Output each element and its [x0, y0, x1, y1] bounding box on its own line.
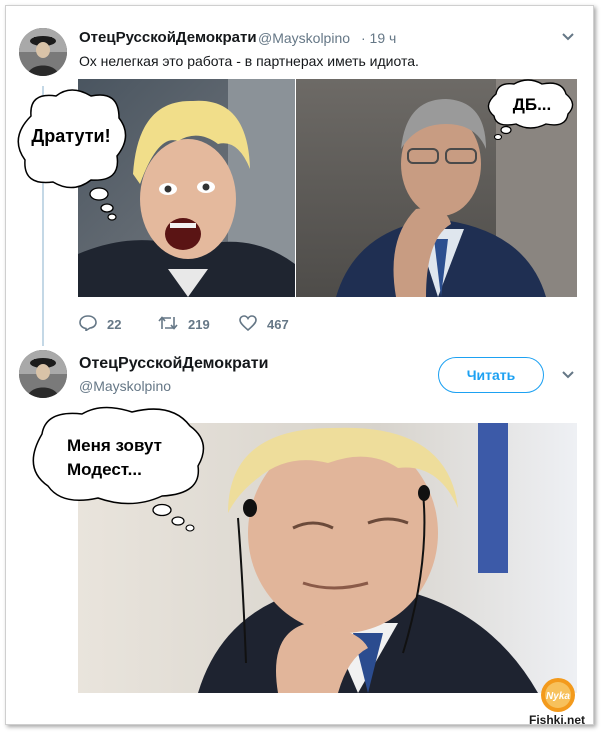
author-name[interactable]: ОтецРусскойДемократи [79, 29, 257, 46]
follow-button[interactable]: Читать [438, 357, 544, 393]
nyka-logo-text: Nyka [546, 691, 570, 702]
bubble-left-text: Дратути! [31, 126, 110, 146]
author-name[interactable]: ОтецРусскойДемократи [79, 355, 268, 373]
speech-bubble-right: ДБ... [487, 79, 574, 141]
tweet-time[interactable]: · 19 ч [361, 30, 396, 46]
retweet-action[interactable]: 219 [158, 315, 210, 334]
chevron-down-icon[interactable] [561, 368, 575, 383]
bubble-main-line1: Меня зовут [67, 436, 162, 455]
reply-action[interactable]: 22 [79, 315, 121, 334]
retweet-count: 219 [188, 317, 210, 332]
avatar[interactable] [19, 28, 67, 76]
speech-bubble-main: Меня зовут Модест... [32, 406, 205, 532]
retweet-icon [158, 315, 178, 334]
site-watermark: Fishki.net [529, 713, 586, 727]
like-count: 467 [267, 317, 289, 332]
author-handle[interactable]: @Mayskolpino [258, 30, 350, 46]
avatar[interactable] [19, 350, 67, 398]
nyka-logo: Nyka [540, 677, 576, 718]
chevron-down-icon[interactable] [561, 30, 575, 45]
speech-bubble-left: Дратути! [17, 89, 127, 221]
screenshot-frame: ОтецРусскойДемократи @Mayskolpino · 19 ч… [5, 5, 594, 725]
author-handle[interactable]: @Mayskolpino [79, 378, 171, 394]
tweet-text: Ох нелегкая это работа - в партнерах име… [79, 53, 419, 69]
like-icon [239, 315, 257, 334]
bubble-main-line2: Модест... [67, 460, 142, 479]
reply-count: 22 [107, 317, 122, 332]
reply-icon [79, 315, 97, 334]
bubble-right-text: ДБ... [513, 95, 552, 114]
like-action[interactable]: 467 [239, 315, 289, 334]
